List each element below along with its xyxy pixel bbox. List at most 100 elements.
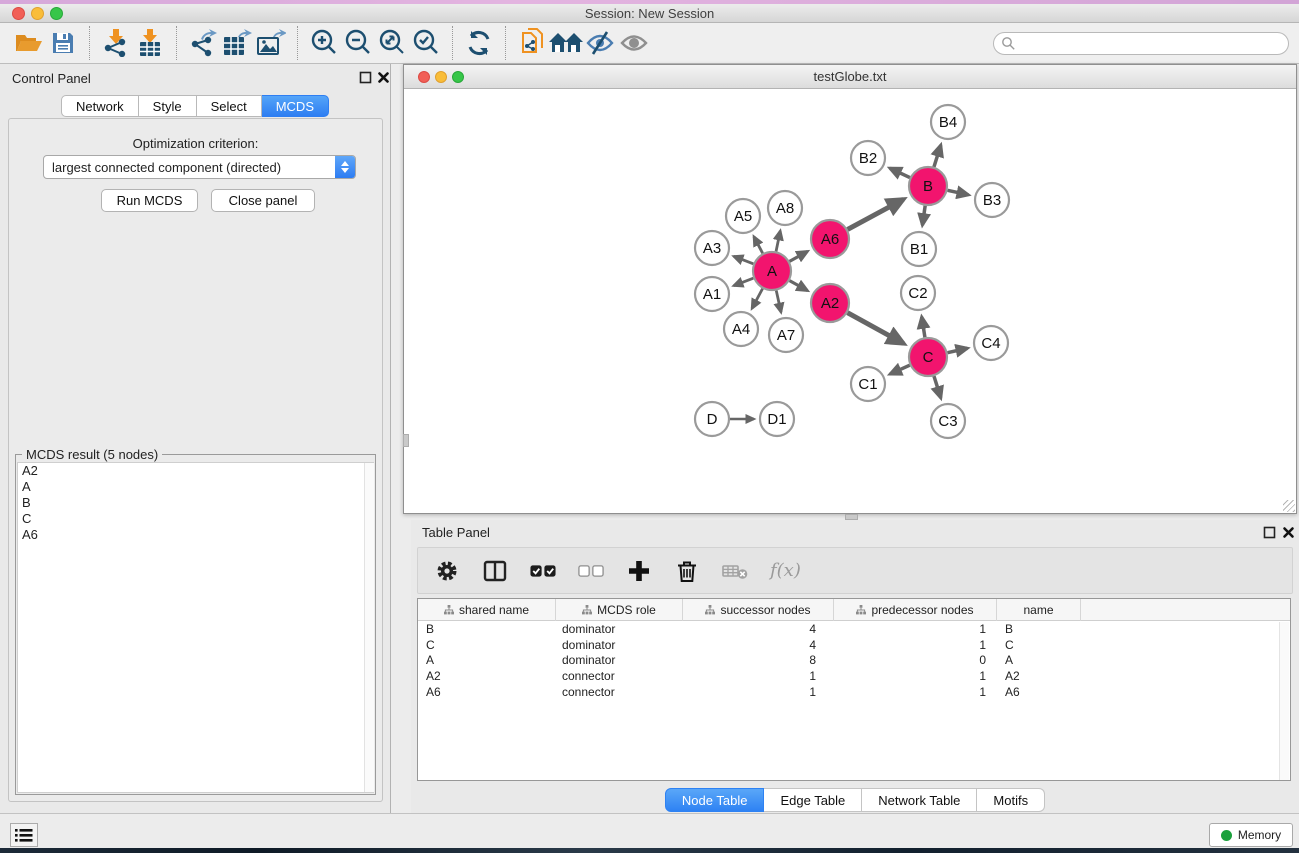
edge-A-A3[interactable]: [734, 256, 754, 263]
table-cell[interactable]: 4: [683, 622, 834, 636]
function-builder-icon[interactable]: f(x): [770, 558, 801, 584]
edge-A6-B[interactable]: [848, 199, 904, 229]
table-cell[interactable]: 0: [834, 653, 997, 667]
table-options-gear-icon[interactable]: [434, 558, 460, 584]
table-cell[interactable]: B: [997, 622, 1081, 636]
zoom-selected-icon[interactable]: [409, 26, 443, 60]
delete-table-icon[interactable]: [722, 558, 748, 584]
table-cell[interactable]: B: [418, 622, 556, 636]
node-A5[interactable]: A5: [726, 199, 760, 233]
node-B[interactable]: B: [909, 167, 947, 205]
table-row[interactable]: Adominator80A: [418, 653, 1290, 669]
node-B3[interactable]: B3: [975, 183, 1009, 217]
zoom-fit-icon[interactable]: [375, 26, 409, 60]
show-column-panel-icon[interactable]: [482, 558, 508, 584]
table-cell[interactable]: 4: [683, 638, 834, 652]
node-B1[interactable]: B1: [902, 232, 936, 266]
resize-grip-icon[interactable]: [1283, 500, 1295, 512]
show-graphics-details-icon[interactable]: [617, 26, 651, 60]
zoom-in-icon[interactable]: [307, 26, 341, 60]
table-cell[interactable]: A2: [997, 669, 1081, 683]
export-table-icon[interactable]: [220, 26, 254, 60]
float-panel-icon[interactable]: [359, 71, 372, 84]
home-view-icon[interactable]: [549, 26, 583, 60]
result-item[interactable]: A: [18, 479, 373, 495]
node-C3[interactable]: C3: [931, 404, 965, 438]
export-network-icon[interactable]: [186, 26, 220, 60]
task-history-button[interactable]: [10, 823, 38, 847]
add-column-icon[interactable]: [626, 558, 652, 584]
column-header-predecessor-nodes[interactable]: predecessor nodes: [834, 599, 997, 621]
close-network-button[interactable]: [418, 71, 430, 83]
table-cell[interactable]: dominator: [556, 653, 683, 667]
float-table-panel-icon[interactable]: [1263, 526, 1276, 539]
table-cell[interactable]: A: [997, 653, 1081, 667]
node-A1[interactable]: A1: [695, 277, 729, 311]
zoom-window-button[interactable]: [50, 7, 63, 20]
node-A2[interactable]: A2: [811, 284, 849, 322]
tab-edge-table[interactable]: Edge Table: [764, 788, 862, 812]
result-item[interactable]: A6: [18, 527, 373, 543]
table-row[interactable]: A2connector11A2: [418, 668, 1290, 684]
node-A6[interactable]: A6: [811, 220, 849, 258]
close-panel-button[interactable]: Close panel: [211, 189, 315, 212]
zoom-out-icon[interactable]: [341, 26, 375, 60]
import-table-icon[interactable]: [133, 26, 167, 60]
minimize-window-button[interactable]: [31, 7, 44, 20]
edge-C-C4[interactable]: [948, 348, 968, 352]
table-cell[interactable]: A: [418, 653, 556, 667]
column-header-shared-name[interactable]: shared name: [418, 599, 556, 621]
table-cell[interactable]: dominator: [556, 638, 683, 652]
import-network-icon[interactable]: [99, 26, 133, 60]
result-scrollbar[interactable]: [364, 463, 374, 792]
node-B4[interactable]: B4: [931, 105, 965, 139]
network-window-titlebar[interactable]: testGlobe.txt: [404, 65, 1296, 89]
tab-motifs[interactable]: Motifs: [977, 788, 1045, 812]
table-cell[interactable]: 1: [683, 669, 834, 683]
network-canvas[interactable]: AA6A2BCA1A3A5A8A4A7B1B2B3B4C1C2C3C4DD1: [404, 90, 1296, 513]
table-cell[interactable]: A2: [418, 669, 556, 683]
edge-B-B1[interactable]: [922, 206, 925, 225]
edge-B-B2[interactable]: [890, 168, 910, 177]
open-session-icon[interactable]: [12, 26, 46, 60]
edge-A-A6[interactable]: [790, 251, 808, 261]
node-C1[interactable]: C1: [851, 367, 885, 401]
edge-A-A8[interactable]: [776, 231, 780, 252]
tab-network[interactable]: Network: [61, 95, 139, 117]
table-cell[interactable]: 1: [683, 685, 834, 699]
column-header-name[interactable]: name: [997, 599, 1081, 621]
table-row[interactable]: A6connector11A6: [418, 684, 1290, 700]
search-field[interactable]: [993, 32, 1289, 55]
node-A[interactable]: A: [753, 252, 791, 290]
close-table-panel-icon[interactable]: [1282, 526, 1295, 539]
table-cell[interactable]: A6: [997, 685, 1081, 699]
column-header-successor-nodes[interactable]: successor nodes: [683, 599, 834, 621]
result-item[interactable]: B: [18, 495, 373, 511]
table-cell[interactable]: C: [997, 638, 1081, 652]
search-input[interactable]: [1016, 34, 1288, 52]
column-header-MCDS-role[interactable]: MCDS role: [556, 599, 683, 621]
edge-A2-C[interactable]: [848, 313, 904, 344]
table-cell[interactable]: 8: [683, 653, 834, 667]
table-scrollbar[interactable]: [1279, 622, 1289, 780]
node-C[interactable]: C: [909, 338, 947, 376]
table-cell[interactable]: C: [418, 638, 556, 652]
node-D1[interactable]: D1: [760, 402, 794, 436]
hide-graphics-details-icon[interactable]: [583, 26, 617, 60]
node-B2[interactable]: B2: [851, 141, 885, 175]
table-cell[interactable]: 1: [834, 638, 997, 652]
criterion-dropdown[interactable]: largest connected component (directed): [43, 155, 356, 179]
table-cell[interactable]: 1: [834, 622, 997, 636]
edge-A-A2[interactable]: [790, 281, 808, 291]
edge-A-A1[interactable]: [734, 278, 754, 285]
edge-B-B3[interactable]: [948, 190, 969, 195]
zoom-network-button[interactable]: [452, 71, 464, 83]
tab-style[interactable]: Style: [139, 95, 197, 117]
result-item[interactable]: A2: [18, 463, 373, 479]
tab-network-table[interactable]: Network Table: [862, 788, 977, 812]
table-cell[interactable]: A6: [418, 685, 556, 699]
edge-A-A5[interactable]: [754, 237, 763, 254]
deselect-all-checkboxes-icon[interactable]: [578, 558, 604, 584]
node-D[interactable]: D: [695, 402, 729, 436]
edge-C-C1[interactable]: [890, 365, 910, 374]
